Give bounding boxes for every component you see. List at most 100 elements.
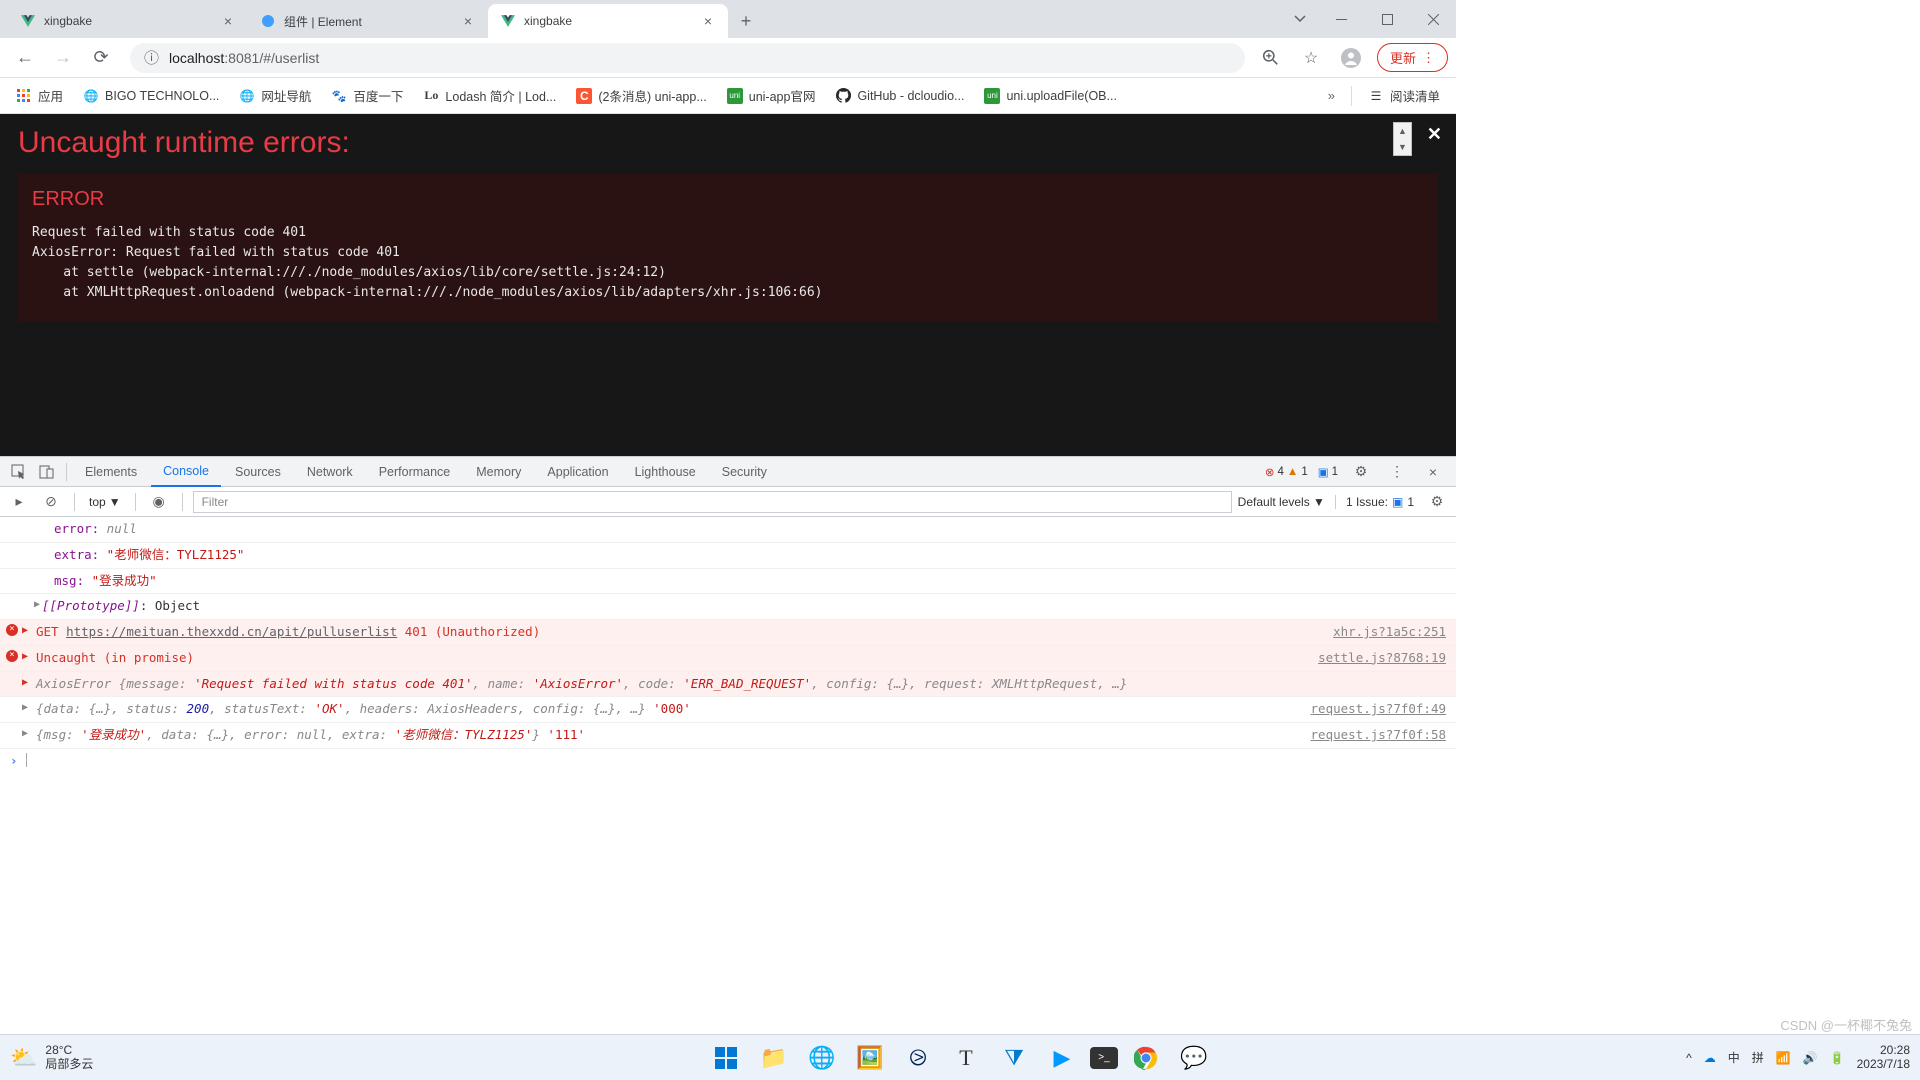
new-tab-button[interactable]: + — [732, 7, 760, 35]
video-app-icon[interactable]: ▶ — [1042, 1038, 1082, 1078]
overlay-scrollbar[interactable]: ▲▼ — [1393, 122, 1412, 156]
runtime-error-overlay: ✕ ▲▼ Uncaught runtime errors: ERROR Requ… — [0, 114, 1456, 456]
bookmark-item[interactable]: uniuni-app官网 — [719, 81, 824, 110]
bookmark-item[interactable]: 🌐BIGO TECHNOLO... — [75, 83, 227, 109]
volume-icon[interactable]: 🔊 — [1803, 1051, 1818, 1065]
profile-icon[interactable] — [1337, 44, 1365, 72]
console-line: extra: "老师微信：TYLZ1125" — [0, 543, 1456, 569]
edge-icon[interactable]: 🌐 — [802, 1038, 842, 1078]
log-levels-dropdown[interactable]: Default levels ▼ — [1238, 495, 1325, 509]
onedrive-icon[interactable]: ☁ — [1704, 1051, 1716, 1065]
reading-list-button[interactable]: ☰阅读清单 — [1360, 81, 1448, 110]
bookmark-item[interactable]: LoLodash 简介 | Lod... — [415, 81, 564, 110]
tab-security[interactable]: Security — [710, 457, 779, 487]
more-dots-icon[interactable]: ⋮ — [1384, 459, 1410, 485]
bookmark-item[interactable]: uniuni.uploadFile(OB... — [976, 83, 1124, 109]
info-count-badge[interactable]: ▣1 — [1318, 465, 1338, 479]
context-selector[interactable]: top▼ — [85, 493, 125, 511]
tab-memory[interactable]: Memory — [464, 457, 533, 487]
overlay-close-button[interactable]: ✕ — [1427, 124, 1442, 145]
console-settings-icon[interactable]: ⚙ — [1424, 489, 1450, 515]
filter-input[interactable]: Filter — [193, 491, 1232, 513]
divider — [1351, 86, 1352, 106]
tab-sources[interactable]: Sources — [223, 457, 293, 487]
prompt-chevron-icon: › — [10, 753, 18, 768]
devtools-close-icon[interactable]: × — [1420, 459, 1446, 485]
ime-indicator[interactable]: 中 — [1728, 1049, 1740, 1066]
apps-shortcut[interactable]: 应用 — [8, 81, 71, 110]
inspect-element-icon[interactable] — [6, 459, 32, 485]
source-link[interactable]: request.js?7f0f:49 — [1295, 700, 1446, 719]
console-prompt[interactable]: › — [0, 749, 1456, 772]
tab-application[interactable]: Application — [535, 457, 620, 487]
photos-icon[interactable]: 🖼️ — [850, 1038, 890, 1078]
bookmark-star-icon[interactable]: ☆ — [1297, 44, 1325, 72]
start-button[interactable] — [706, 1038, 746, 1078]
console-error-line: ▶AxiosError {message: 'Request failed wi… — [0, 672, 1456, 698]
wifi-icon[interactable]: 📶 — [1776, 1051, 1791, 1065]
console-error-line: ×▶Uncaught (in promise)settle.js?8768:19 — [0, 646, 1456, 672]
tab-dropdown[interactable] — [1282, 0, 1318, 38]
tab-title: xingbake — [524, 14, 692, 28]
browser-tab-2[interactable]: xingbake × — [488, 4, 728, 38]
minimize-button[interactable] — [1318, 0, 1364, 38]
forward-button[interactable]: → — [46, 41, 80, 75]
powershell-icon[interactable]: ⧁ — [898, 1038, 938, 1078]
bookmark-item[interactable]: 🌐网址导航 — [231, 81, 319, 110]
wechat-icon[interactable]: 💬 — [1174, 1038, 1214, 1078]
maximize-button[interactable] — [1364, 0, 1410, 38]
source-link[interactable]: request.js?7f0f:58 — [1295, 726, 1446, 745]
close-icon[interactable]: × — [460, 13, 476, 29]
reload-button[interactable]: ⟳ — [84, 41, 118, 75]
issues-button[interactable]: 1 Issue: ▣1 — [1335, 495, 1414, 509]
explorer-icon[interactable]: 📁 — [754, 1038, 794, 1078]
taskbar-center: 📁 🌐 🖼️ ⧁ T ⧩ ▶ >_ 💬 — [706, 1038, 1214, 1078]
tab-elements[interactable]: Elements — [73, 457, 149, 487]
vue-favicon — [500, 13, 516, 29]
console-output[interactable]: error: null extra: "老师微信：TYLZ1125" msg: … — [0, 517, 1456, 772]
close-icon[interactable]: × — [700, 13, 716, 29]
system-tray: ^ ☁ 中 拼 📶 🔊 🔋 20:282023/7/18 — [1686, 1044, 1910, 1072]
error-heading: ERROR — [32, 188, 1424, 211]
device-toggle-icon[interactable] — [34, 459, 60, 485]
bookmark-item[interactable]: C(2条消息) uni-app... — [568, 81, 714, 110]
devtools-tabs: Elements Console Sources Network Perform… — [0, 457, 1456, 487]
weather-widget[interactable]: ⛅ 28°C局部多云 — [10, 1044, 93, 1072]
settings-gear-icon[interactable]: ⚙ — [1348, 459, 1374, 485]
update-button[interactable]: 更新⋮ — [1377, 43, 1448, 72]
browser-tab-1[interactable]: 组件 | Element × — [248, 4, 488, 38]
chrome-icon[interactable] — [1126, 1038, 1166, 1078]
error-count-badge[interactable]: ⊗4 ▲1 — [1265, 465, 1308, 479]
tab-performance[interactable]: Performance — [367, 457, 463, 487]
clear-console-icon[interactable]: ⊘ — [38, 489, 64, 515]
terminal-icon[interactable]: >_ — [1090, 1047, 1118, 1069]
vscode-icon[interactable]: ⧩ — [994, 1038, 1034, 1078]
toggle-sidebar-icon[interactable]: ▸ — [6, 489, 32, 515]
source-link[interactable]: xhr.js?1a5c:251 — [1317, 623, 1446, 642]
bookmarks-overflow[interactable]: » — [1320, 88, 1343, 103]
browser-tab-0[interactable]: xingbake × — [8, 4, 248, 38]
clock[interactable]: 20:282023/7/18 — [1857, 1044, 1910, 1072]
tab-console[interactable]: Console — [151, 457, 221, 487]
watermark-text: CSDN @一杯椰不兔兔 — [1780, 1015, 1912, 1034]
text-app-icon[interactable]: T — [946, 1038, 986, 1078]
uniapp-icon: uni — [727, 88, 743, 104]
site-info-icon[interactable]: ⓘ — [144, 47, 159, 68]
source-link[interactable]: settle.js?8768:19 — [1302, 649, 1446, 668]
tab-network[interactable]: Network — [295, 457, 365, 487]
uniapp-icon: uni — [984, 88, 1000, 104]
bookmark-item[interactable]: 🐾百度一下 — [323, 81, 411, 110]
zoom-icon[interactable] — [1257, 44, 1285, 72]
live-expression-icon[interactable]: ◉ — [146, 489, 172, 515]
tab-lighthouse[interactable]: Lighthouse — [623, 457, 708, 487]
tray-chevron-icon[interactable]: ^ — [1686, 1051, 1692, 1065]
bookmark-item[interactable]: GitHub - dcloudio... — [827, 83, 972, 109]
close-icon[interactable]: × — [220, 13, 236, 29]
ime-mode[interactable]: 拼 — [1752, 1049, 1764, 1066]
battery-icon[interactable]: 🔋 — [1830, 1051, 1845, 1065]
globe-icon: 🌐 — [83, 88, 99, 104]
url-input[interactable]: ⓘ localhost:8081/#/userlist — [130, 43, 1245, 73]
window-close-button[interactable] — [1410, 0, 1456, 38]
back-button[interactable]: ← — [8, 41, 42, 75]
error-stack-trace: Request failed with status code 401 Axio… — [32, 223, 1424, 304]
